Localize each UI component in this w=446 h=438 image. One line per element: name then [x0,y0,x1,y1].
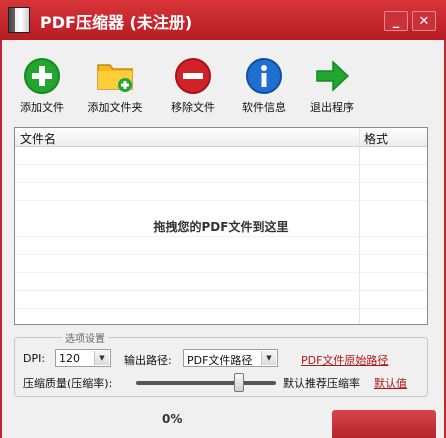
window-title: PDF压缩器 (未注册) [40,13,193,32]
minimize-button[interactable]: _ [384,11,408,31]
output-path-select[interactable]: PDF文件路径 ▼ [183,349,278,367]
file-list-header: 文件名 格式 [15,128,427,147]
grid-line [15,164,427,165]
info-icon [244,56,284,96]
app-icon [8,7,30,33]
close-button[interactable]: ✕ [412,11,436,31]
dpi-value: 120 [59,352,80,365]
column-filename[interactable]: 文件名 [20,130,56,147]
original-path-link[interactable]: PDF文件原始路径 [301,352,388,368]
exit-arrow-icon [312,56,352,96]
output-path-value: PDF文件路径 [187,354,253,367]
options-title: 选项设置 [62,330,108,345]
grid-line [15,254,427,255]
grid-line [15,236,427,237]
grid-line [15,308,427,309]
dropdown-arrow-icon[interactable]: ▼ [94,351,109,365]
grid-line [15,200,427,201]
dpi-label: DPI: [23,352,46,365]
add-folder-button[interactable]: 添加文件夹 [75,56,155,114]
remove-file-label: 移除文件 [171,101,215,114]
default-value-link[interactable]: 默认值 [374,375,407,391]
add-folder-label: 添加文件夹 [87,101,143,114]
file-list[interactable]: 文件名 格式 拖拽您的PDF文件到这里 [14,127,428,325]
add-plus-icon [22,56,62,96]
title-bar[interactable]: PDF压缩器 (未注册) _ ✕ [0,0,446,40]
exit-label: 退出程序 [310,101,354,114]
add-folder-icon [95,56,135,96]
progress-percent: 0% [162,412,183,426]
remove-file-button[interactable]: 移除文件 [153,56,233,114]
quality-label: 压缩质量(压缩率): [23,377,113,390]
quality-slider-track[interactable] [136,381,276,385]
dpi-select[interactable]: 120 ▼ [55,349,111,367]
main-window: 添加文件 添加文件夹 移除文件 软件信息 退出程序 文件名 格式 拖拽您的PDF… [2,40,444,438]
add-file-button[interactable]: 添加文件 [2,56,82,114]
start-compress-button[interactable] [332,410,436,438]
exit-button[interactable]: 退出程序 [292,56,372,114]
grid-line [15,182,427,183]
add-file-label: 添加文件 [20,101,64,114]
drop-hint: 拖拽您的PDF文件到这里 [153,220,289,234]
quality-hint: 默认推荐压缩率 [283,377,360,390]
output-path-label: 输出路径: [124,354,172,367]
remove-minus-icon [173,56,213,96]
grid-line [15,290,427,291]
dropdown-arrow-icon[interactable]: ▼ [261,351,276,365]
grid-line [15,272,427,273]
quality-slider-thumb[interactable] [233,373,244,392]
column-format[interactable]: 格式 [364,130,388,147]
options-group: 选项设置 DPI: 120 ▼ 输出路径: PDF文件路径 ▼ PDF文件原始路… [14,330,428,397]
